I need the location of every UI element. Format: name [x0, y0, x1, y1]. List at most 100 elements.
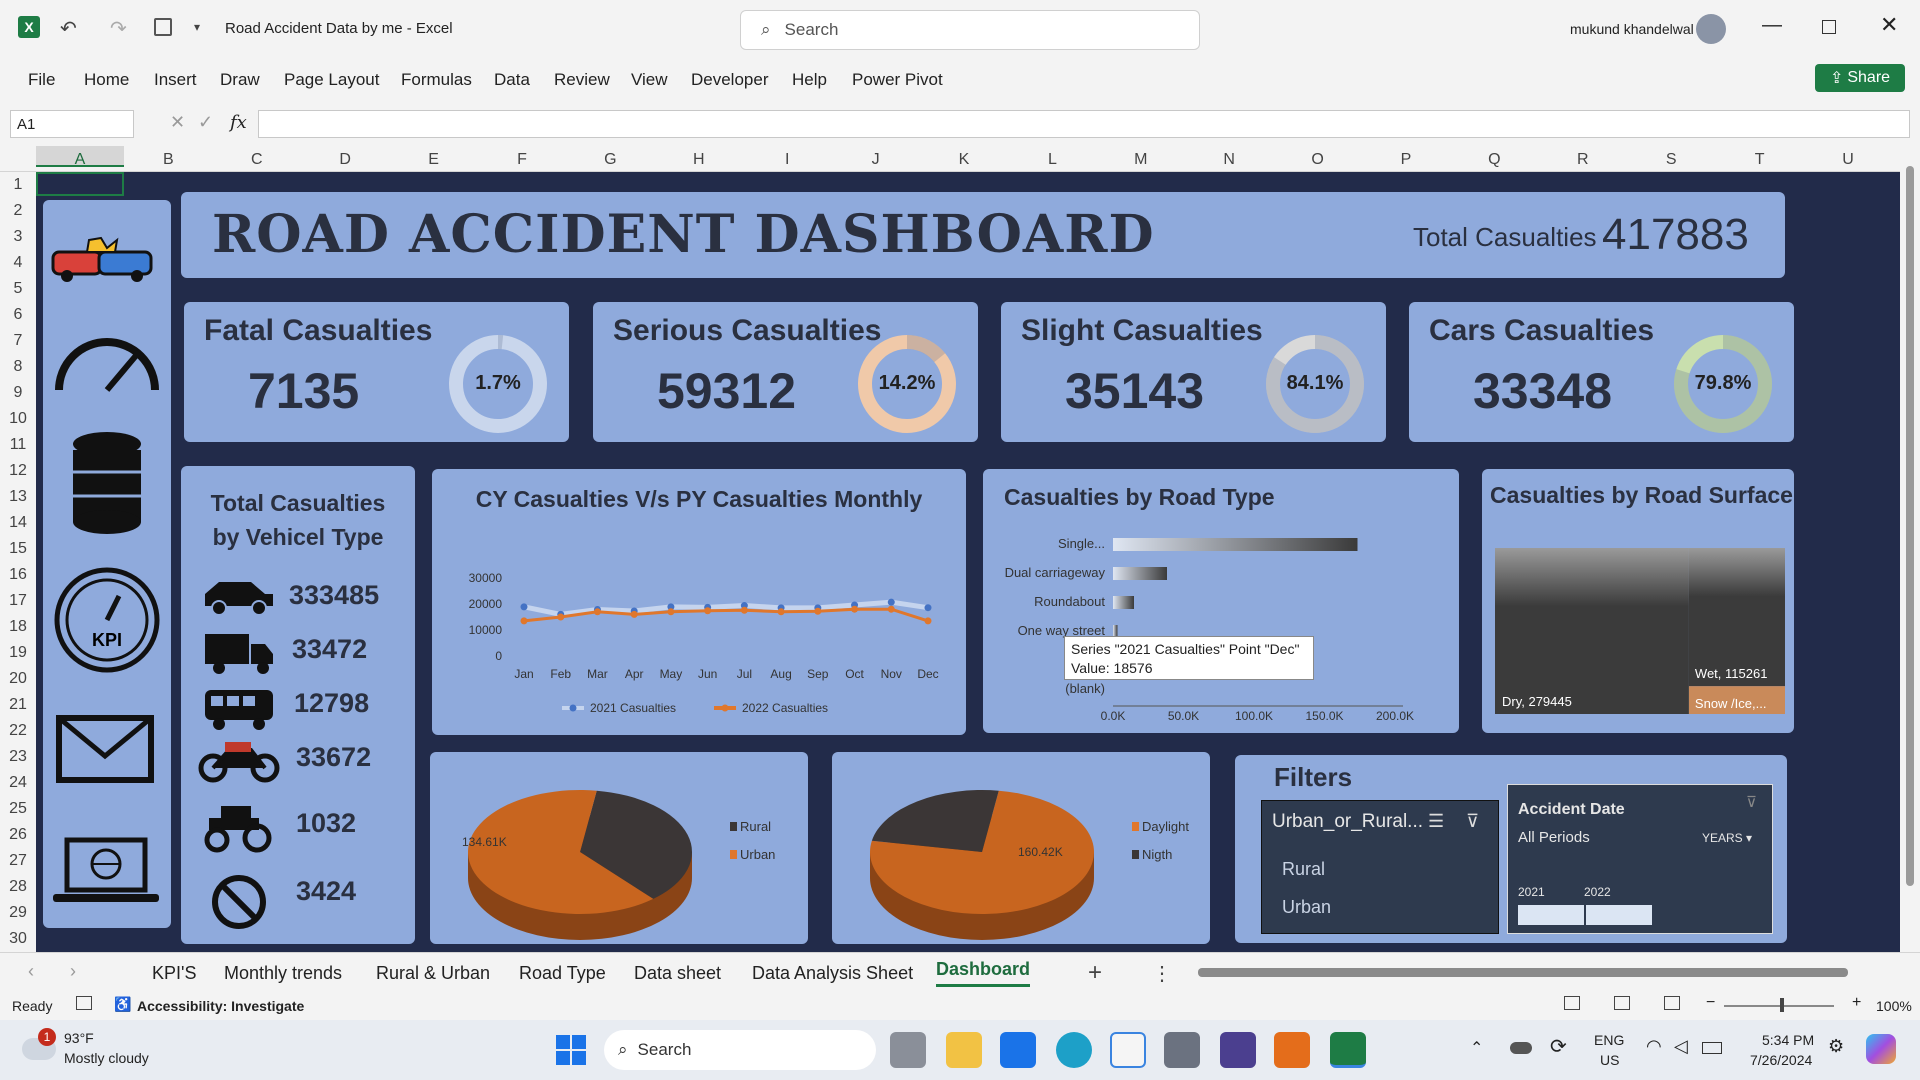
row-header[interactable]: 22: [0, 722, 36, 740]
menu-formulas[interactable]: Formulas: [401, 70, 472, 90]
timeline-bar-2021[interactable]: [1518, 905, 1584, 925]
column-header[interactable]: I: [743, 151, 831, 169]
row-header[interactable]: 12: [0, 462, 36, 480]
row-header[interactable]: 8: [0, 358, 36, 376]
slicer-item-rural[interactable]: Rural: [1282, 859, 1325, 880]
data-point[interactable]: [851, 605, 859, 613]
clear-filter-icon[interactable]: ⊽: [1466, 811, 1479, 832]
zoom-slider[interactable]: [1724, 1005, 1834, 1007]
data-point[interactable]: [814, 607, 822, 615]
column-header[interactable]: L: [1008, 151, 1096, 169]
column-header[interactable]: E: [390, 151, 478, 169]
volume-icon[interactable]: ◁: [1674, 1036, 1688, 1057]
column-header[interactable]: B: [124, 151, 212, 169]
share-button[interactable]: ⇪ Share: [1815, 64, 1905, 92]
macro-record-icon[interactable]: [76, 996, 92, 1010]
file-explorer-icon[interactable]: [946, 1032, 982, 1068]
row-header[interactable]: 9: [0, 384, 36, 402]
row-header[interactable]: 13: [0, 488, 36, 506]
column-header[interactable]: J: [832, 151, 920, 169]
row-header[interactable]: 6: [0, 306, 36, 324]
excel-taskbar-icon[interactable]: [1330, 1032, 1366, 1068]
column-header[interactable]: U: [1804, 151, 1892, 169]
store-icon[interactable]: [1110, 1032, 1146, 1068]
h-scroll-thumb[interactable]: [1198, 968, 1848, 977]
data-point[interactable]: [557, 613, 565, 621]
column-header[interactable]: G: [566, 151, 654, 169]
menu-page-layout[interactable]: Page Layout: [284, 70, 379, 90]
tab-dashboard[interactable]: Dashboard: [936, 959, 1031, 987]
insert-function-icon[interactable]: fx: [230, 112, 247, 133]
bar[interactable]: [1113, 538, 1358, 551]
tab-kpis[interactable]: KPI'S: [152, 963, 196, 984]
start-icon[interactable]: [556, 1035, 586, 1065]
minimize-icon[interactable]: —: [1762, 14, 1782, 37]
show-hidden-icons[interactable]: ⌃: [1470, 1038, 1483, 1058]
task-view-icon[interactable]: [890, 1032, 926, 1068]
data-point[interactable]: [924, 617, 932, 625]
mail-icon[interactable]: [56, 715, 154, 783]
sync-icon[interactable]: ⟳: [1550, 1034, 1567, 1059]
data-point[interactable]: [887, 598, 895, 606]
restore-icon[interactable]: [1822, 20, 1836, 34]
matlab-icon[interactable]: [1274, 1032, 1310, 1068]
column-header[interactable]: K: [920, 151, 1008, 169]
row-header[interactable]: 7: [0, 332, 36, 350]
row-header[interactable]: 26: [0, 826, 36, 844]
row-header[interactable]: 29: [0, 904, 36, 922]
data-point[interactable]: [593, 608, 601, 616]
accessibility-status[interactable]: Accessibility: Investigate: [137, 998, 304, 1014]
tab-data-sheet[interactable]: Data sheet: [634, 963, 721, 984]
menu-power-pivot[interactable]: Power Pivot: [852, 70, 943, 90]
column-header[interactable]: O: [1274, 151, 1362, 169]
database-icon[interactable]: [73, 432, 141, 534]
user-name[interactable]: mukund khandelwal: [1570, 21, 1694, 37]
road-type-bar-chart[interactable]: Single...Dual carriagewayRoundaboutOne w…: [983, 520, 1459, 730]
close-icon[interactable]: ✕: [1880, 12, 1898, 38]
cancel-icon[interactable]: ✕: [170, 112, 185, 133]
data-point[interactable]: [924, 604, 932, 612]
add-sheet-icon[interactable]: +: [1088, 959, 1102, 987]
zoom-slider-thumb[interactable]: [1780, 998, 1784, 1012]
treemap-cell-dry[interactable]: [1495, 548, 1689, 714]
row-header[interactable]: 5: [0, 280, 36, 298]
kpi-gauge-icon[interactable]: KPI: [54, 567, 160, 673]
data-point[interactable]: [667, 608, 675, 616]
timeline-clear-icon[interactable]: ⊽: [1746, 793, 1757, 811]
data-point[interactable]: [520, 603, 528, 611]
eclipse-icon[interactable]: [1220, 1032, 1256, 1068]
menu-review[interactable]: Review: [554, 70, 610, 90]
calculator-icon[interactable]: [1164, 1032, 1200, 1068]
row-header[interactable]: 2: [0, 202, 36, 220]
row-header[interactable]: 27: [0, 852, 36, 870]
menu-developer[interactable]: Developer: [691, 70, 769, 90]
menu-draw[interactable]: Draw: [220, 70, 260, 90]
formula-input[interactable]: [258, 110, 1910, 138]
tab-scroll-right-icon[interactable]: ›: [70, 961, 76, 982]
slicer-item-urban[interactable]: Urban: [1282, 897, 1331, 918]
onedrive-icon[interactable]: [1510, 1042, 1532, 1054]
timeline-unit-dropdown[interactable]: YEARS ▾: [1702, 831, 1752, 845]
monthly-line-chart[interactable]: 30000 20000 10000 0 Jan Feb Mar Apr May Jun Jul Aug…: [432, 560, 966, 730]
horizontal-scrollbar[interactable]: [1180, 965, 1890, 979]
menu-data[interactable]: Data: [494, 70, 530, 90]
speedometer-icon[interactable]: [55, 338, 159, 392]
zoom-out-icon[interactable]: −: [1706, 994, 1715, 1012]
row-header[interactable]: 14: [0, 514, 36, 532]
accessibility-icon[interactable]: ♿: [114, 996, 131, 1013]
column-header[interactable]: S: [1627, 151, 1715, 169]
tab-road-type[interactable]: Road Type: [519, 963, 606, 984]
row-header[interactable]: 4: [0, 254, 36, 272]
laptop-web-icon[interactable]: [53, 837, 159, 902]
more-options-icon[interactable]: ⋮: [1152, 961, 1172, 986]
column-header[interactable]: C: [213, 151, 301, 169]
mail-app-icon[interactable]: [1000, 1032, 1036, 1068]
save-icon[interactable]: [154, 18, 172, 36]
data-point[interactable]: [520, 617, 528, 625]
rural-urban-pie-chart[interactable]: 134.61K Rural Urban: [430, 752, 808, 944]
normal-view-icon[interactable]: [1564, 996, 1580, 1010]
enter-icon[interactable]: ✓: [198, 112, 213, 133]
active-cell[interactable]: [36, 172, 124, 196]
data-point[interactable]: [740, 606, 748, 614]
column-header[interactable]: F: [478, 151, 566, 169]
